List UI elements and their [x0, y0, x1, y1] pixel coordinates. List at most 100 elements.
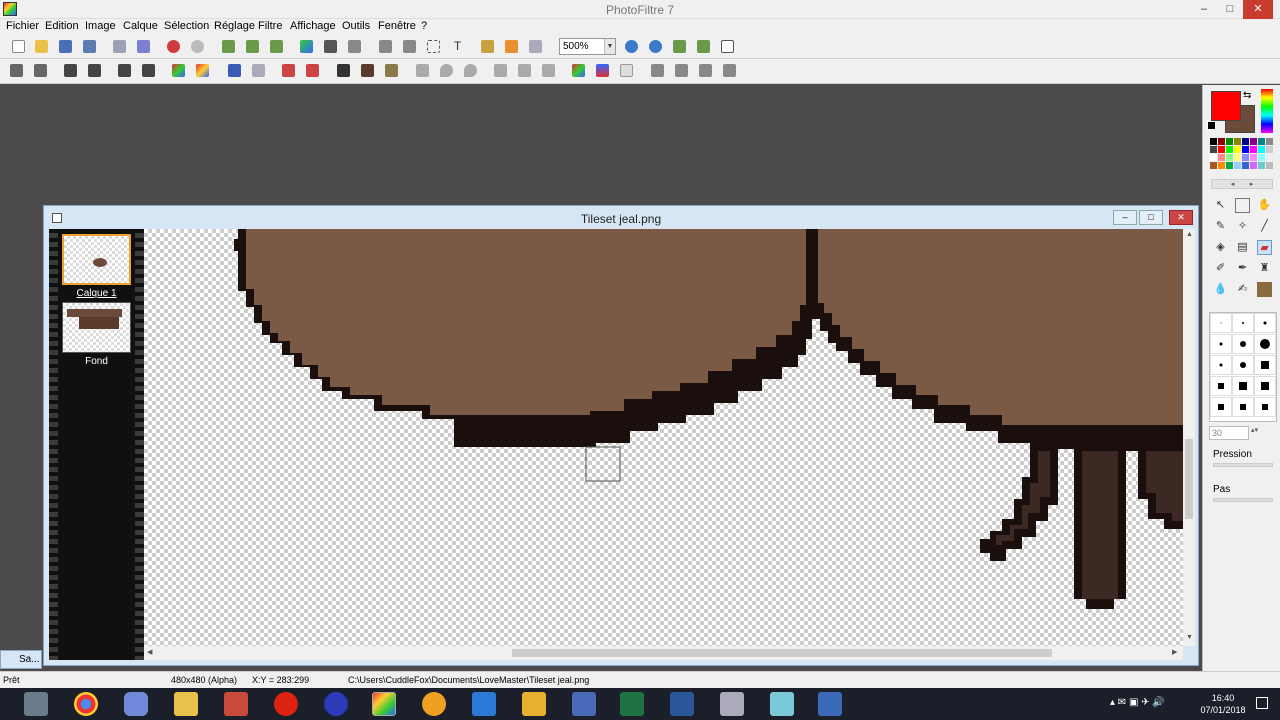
brush-shape[interactable] — [1254, 376, 1276, 396]
magic-wand-tool-icon[interactable]: ✧ — [1235, 219, 1250, 234]
pointer-tool-icon[interactable]: ↖ — [1213, 198, 1228, 213]
resize-icon[interactable] — [348, 40, 361, 53]
brush-shape[interactable] — [1232, 313, 1254, 333]
layer-thumbnail-calque-1[interactable] — [62, 234, 131, 285]
brush-shape[interactable] — [1210, 376, 1232, 396]
scroll-down-icon[interactable]: ▼ — [1186, 634, 1193, 641]
clone-tool-icon[interactable] — [1257, 282, 1272, 297]
brush-shape[interactable] — [1254, 313, 1276, 333]
app-icon-16[interactable] — [770, 692, 794, 716]
brightness-minus-icon[interactable] — [64, 64, 77, 77]
brightness-plus-icon[interactable] — [88, 64, 101, 77]
pas-slider[interactable] — [1213, 498, 1273, 502]
gamma-minus-icon[interactable] — [228, 64, 241, 77]
save-icon[interactable] — [59, 40, 72, 53]
fill-tool-icon[interactable]: ◈ — [1213, 240, 1228, 255]
scroll-up-icon[interactable]: ▲ — [1186, 231, 1193, 238]
batch-icon[interactable] — [529, 40, 542, 53]
chevron-down-icon[interactable]: ▼ — [604, 39, 615, 54]
image-canvas[interactable] — [144, 229, 1183, 646]
colorize-icon[interactable] — [572, 64, 585, 77]
palette-swatch[interactable] — [1250, 146, 1257, 153]
horizontal-scroll-thumb[interactable] — [512, 649, 1052, 657]
menu-image[interactable]: Image — [85, 20, 116, 32]
file-explorer-icon[interactable] — [174, 692, 198, 716]
color-palette[interactable] — [1210, 138, 1276, 174]
scroll-right-icon[interactable]: ▶ — [1172, 648, 1177, 656]
menu-affichage[interactable]: Affichage — [290, 20, 336, 32]
palette-swatch[interactable] — [1258, 162, 1265, 169]
app-icon-11[interactable] — [522, 692, 546, 716]
palette-swatch[interactable] — [1218, 146, 1225, 153]
foreground-color-front[interactable] — [1211, 91, 1241, 121]
brush-shape[interactable] — [1254, 355, 1276, 375]
tray-icons[interactable]: ▴ ✉ ▣ ✈ 🔊 — [1110, 697, 1165, 708]
menu-outils[interactable]: Outils — [342, 20, 370, 32]
brush-shape[interactable] — [1232, 355, 1254, 375]
eraser-tool-icon[interactable]: ▰ — [1257, 240, 1272, 255]
scan-icon[interactable] — [137, 40, 150, 53]
palette-swatch[interactable] — [1250, 154, 1257, 161]
contrast-minus-icon[interactable] — [118, 64, 131, 77]
edge-icon[interactable] — [518, 64, 531, 77]
selection-tool-icon[interactable] — [1235, 198, 1250, 213]
saturation-plus-icon[interactable] — [196, 64, 209, 77]
find-edges-icon[interactable] — [542, 64, 555, 77]
brush-shape[interactable] — [1210, 355, 1232, 375]
menu-help[interactable]: ? — [421, 20, 427, 32]
plugin-icon[interactable] — [505, 40, 518, 53]
fit-window-icon[interactable] — [697, 40, 710, 53]
palette-scroll[interactable]: ◂ ▸ — [1211, 179, 1273, 189]
stamp-tool-icon[interactable]: ♜ — [1257, 261, 1272, 276]
menu-filtre[interactable]: Filtre — [258, 20, 282, 32]
minimize-button[interactable]: – — [1191, 0, 1217, 19]
zoom-select[interactable]: 500% ▼ — [559, 38, 616, 55]
menu-fenetre[interactable]: Fenêtre — [378, 20, 416, 32]
palette-swatch[interactable] — [1218, 138, 1225, 145]
vertical-scrollbar[interactable]: ▲ ▼ — [1183, 229, 1195, 646]
paste-icon[interactable] — [270, 40, 283, 53]
advanced-brush-tool-icon[interactable]: ✒ — [1235, 261, 1250, 276]
brush-shape[interactable] — [1254, 397, 1276, 417]
palette-swatch[interactable] — [1266, 162, 1273, 169]
rgb-minus-icon[interactable] — [282, 64, 295, 77]
gamma-plus-icon[interactable] — [252, 64, 265, 77]
palette-swatch[interactable] — [1234, 146, 1241, 153]
menu-reglage[interactable]: Réglage — [214, 20, 255, 32]
minimized-window[interactable]: Sa... — [0, 650, 42, 669]
undo-icon[interactable] — [167, 40, 180, 53]
palette-swatch[interactable] — [1258, 154, 1265, 161]
palette-swatch[interactable] — [1258, 146, 1265, 153]
old-photo-icon[interactable] — [385, 64, 398, 77]
palette-swatch[interactable] — [1266, 146, 1273, 153]
layer-thumbnail-fond[interactable] — [62, 302, 131, 353]
rotate-left-icon[interactable] — [699, 64, 712, 77]
cut-icon[interactable] — [222, 40, 235, 53]
transparent-color-icon[interactable] — [620, 64, 633, 77]
taskbar-clock[interactable]: 16:40 07/01/2018 — [1198, 692, 1248, 716]
palette-swatch[interactable] — [1234, 162, 1241, 169]
audio-app-icon[interactable] — [324, 692, 348, 716]
brush-shape[interactable] — [1210, 313, 1232, 333]
color-icon[interactable] — [300, 40, 313, 53]
auto-contrast-icon[interactable] — [34, 64, 47, 77]
contrast-plus-icon[interactable] — [142, 64, 155, 77]
scroll-left-icon[interactable]: ◀ — [147, 648, 152, 656]
layer-manager-icon[interactable] — [481, 40, 494, 53]
color-spectrum-bar[interactable] — [1261, 89, 1273, 133]
new-file-icon[interactable] — [12, 40, 25, 53]
photofiltre-task-icon[interactable] — [372, 692, 396, 716]
app-icon-10[interactable] — [472, 692, 496, 716]
palette-swatch[interactable] — [1210, 146, 1217, 153]
maximize-button[interactable]: □ — [1217, 0, 1243, 19]
canvas-size-icon[interactable] — [403, 40, 416, 53]
grayscale-icon[interactable] — [337, 64, 350, 77]
zoom-in-icon[interactable] — [625, 40, 638, 53]
saturation-minus-icon[interactable] — [172, 64, 185, 77]
word-icon[interactable] — [670, 692, 694, 716]
soften-icon[interactable] — [440, 64, 453, 77]
auto-level-icon[interactable] — [10, 64, 23, 77]
eyedropper-tool-icon[interactable]: ✎ — [1213, 219, 1228, 234]
palette-swatch[interactable] — [1210, 154, 1217, 161]
crop-icon[interactable] — [324, 40, 337, 53]
